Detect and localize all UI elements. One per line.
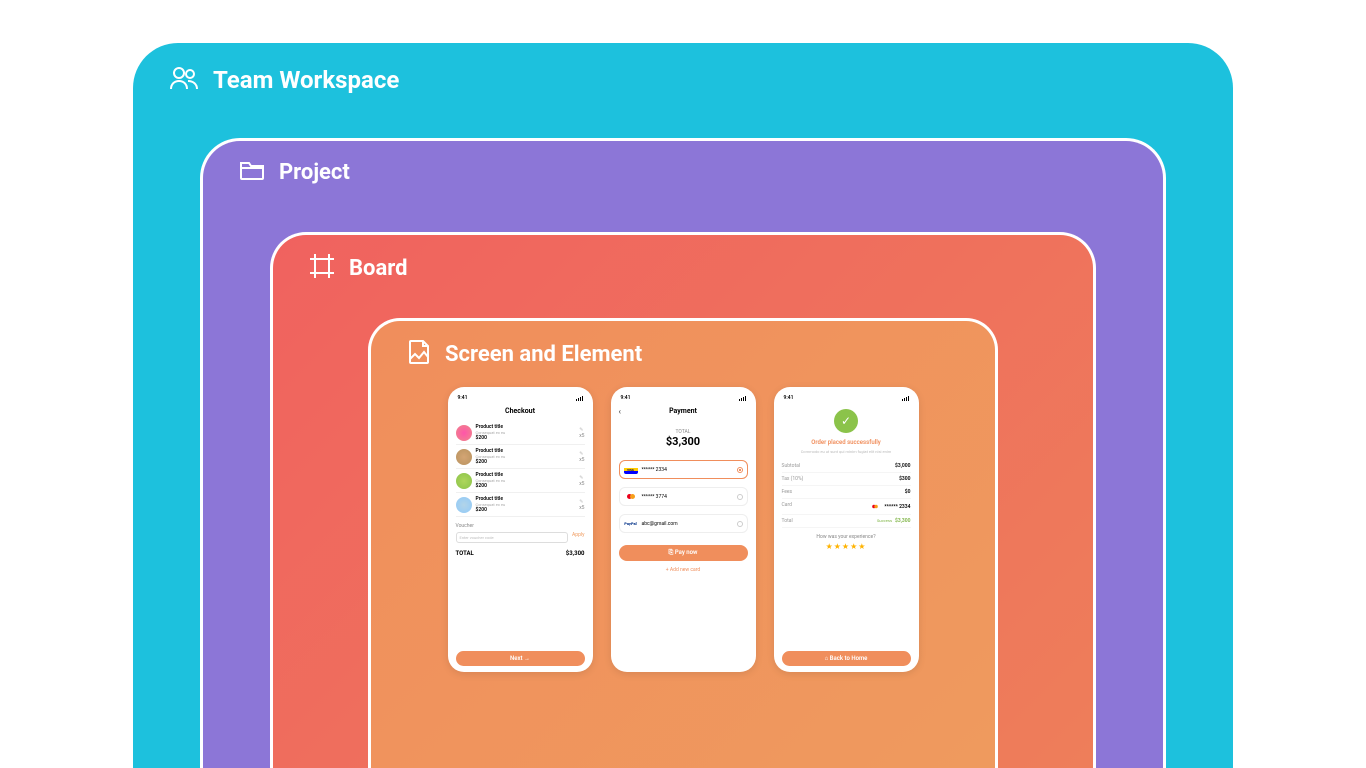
radio-selected[interactable] — [737, 467, 743, 473]
add-card-link[interactable]: + Add new card — [619, 567, 748, 573]
status-bar: 9:41 — [456, 393, 585, 403]
success-check-icon: ✓ — [834, 409, 858, 433]
frame-icon — [309, 253, 335, 283]
product-row: Product title Consequat ex eu $200 ✎ x5 — [456, 445, 585, 469]
radio[interactable] — [737, 494, 743, 500]
signal-icon — [902, 396, 909, 401]
board-title: Board — [349, 256, 407, 281]
status-bar: 9:41 — [782, 393, 911, 403]
product-row: Product title Consequat ex eu $200 ✎ x5 — [456, 493, 585, 517]
next-button[interactable]: Next → — [456, 651, 585, 666]
mastercard-icon — [624, 492, 638, 501]
product-image — [456, 497, 472, 513]
back-icon[interactable]: ‹ — [619, 407, 622, 416]
total-amount: $3,300 — [566, 550, 585, 557]
project-title: Project — [279, 160, 350, 185]
screen-title: Screen and Element — [445, 342, 642, 367]
radio[interactable] — [737, 521, 743, 527]
voucher-input[interactable]: Enter voucher code — [456, 532, 569, 543]
card-option-paypal[interactable]: PayPal abc@gmail.com — [619, 514, 748, 533]
paypal-icon: PayPal — [624, 519, 638, 528]
product-image — [456, 425, 472, 441]
product-image — [456, 473, 472, 489]
card-number: ****** 2334 — [642, 467, 667, 473]
layer-screen-element: Screen and Element 9:41 Checkout Product… — [368, 318, 998, 768]
product-price: $200 — [476, 435, 576, 441]
card-number: ****** 3774 — [642, 494, 667, 500]
voucher-label: Voucher — [456, 523, 585, 529]
product-row: Product title Consequat ex eu $200 ✎ x5 — [456, 421, 585, 445]
experience-label: How was your experience? — [782, 534, 911, 540]
status-bar: 9:41 — [619, 393, 748, 403]
phone-checkout: 9:41 Checkout Product title Consequat ex… — [448, 387, 593, 672]
total-label: TOTAL — [456, 550, 474, 557]
card-option-visa[interactable]: VISA ****** 2334 — [619, 460, 748, 479]
phone-payment: 9:41 ‹ Payment TOTAL $3,300 VISA ****** … — [611, 387, 756, 672]
pay-button[interactable]: ⎘ Pay now — [619, 545, 748, 561]
visa-icon: VISA — [624, 465, 638, 474]
phone-success: 9:41 ✓ Order placed successfully Commodo… — [774, 387, 919, 672]
product-image — [456, 449, 472, 465]
page-title: Checkout — [456, 407, 585, 415]
mastercard-icon — [870, 503, 880, 509]
apply-button[interactable]: Apply — [572, 532, 584, 543]
product-qty: x5 — [579, 433, 584, 439]
workspace-title: Team Workspace — [213, 66, 399, 94]
success-title: Order placed successfully — [782, 439, 911, 446]
phone-previews: 9:41 Checkout Product title Consequat ex… — [371, 387, 995, 672]
success-subtitle: Commodo eu ut sunt qui minim fugiat elit… — [790, 449, 903, 454]
signal-icon — [576, 396, 583, 401]
rating-stars[interactable]: ★★★★★ — [782, 542, 911, 551]
folder-icon — [239, 159, 265, 185]
image-icon — [407, 339, 431, 369]
back-home-button[interactable]: ⌂ Back to Home — [782, 651, 911, 666]
time: 9:41 — [458, 395, 468, 401]
card-option-mc[interactable]: ****** 3774 — [619, 487, 748, 506]
product-row: Product title Consequat ex eu $200 ✎ x5 — [456, 469, 585, 493]
paypal-email: abc@gmail.com — [642, 521, 678, 527]
team-icon — [169, 65, 199, 95]
total-amount: $3,300 — [619, 435, 748, 448]
page-title: ‹ Payment — [619, 407, 748, 415]
signal-icon — [739, 396, 746, 401]
